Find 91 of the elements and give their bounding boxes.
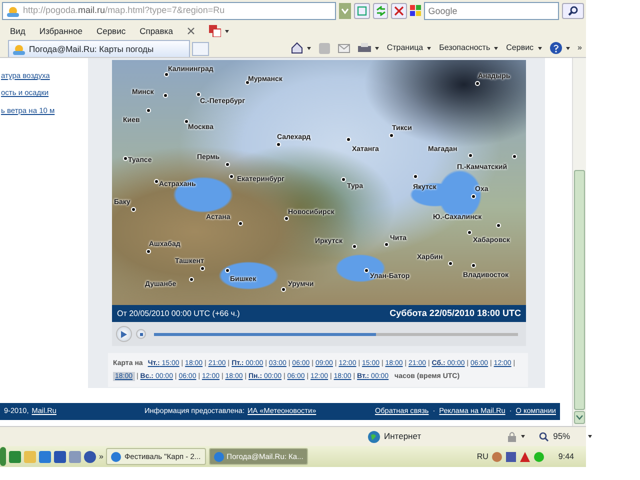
location-dot bbox=[364, 268, 369, 273]
date-range-text: От 20/05/2010 00:00 UTC (+66 ч.) bbox=[117, 308, 240, 320]
location-dot bbox=[245, 80, 250, 85]
tray-icon[interactable] bbox=[520, 452, 530, 462]
location-dot bbox=[352, 244, 357, 249]
toolbar-menu[interactable]: Страница bbox=[386, 42, 424, 54]
location-dot bbox=[146, 108, 151, 113]
location-dot bbox=[284, 216, 289, 221]
zoom-icon[interactable] bbox=[539, 432, 550, 442]
stop-button[interactable] bbox=[136, 329, 146, 339]
toolbar-menu[interactable]: Сервис bbox=[506, 42, 534, 54]
progress-track[interactable] bbox=[154, 332, 518, 336]
menu-item[interactable]: Справка bbox=[140, 24, 173, 38]
location-dot bbox=[496, 223, 501, 228]
location-dot bbox=[346, 137, 351, 142]
location-dot bbox=[471, 263, 476, 268]
location-dot bbox=[225, 268, 230, 273]
location-dot bbox=[341, 177, 346, 182]
caret-icon[interactable] bbox=[566, 46, 570, 50]
help-icon[interactable] bbox=[550, 42, 562, 54]
location-dot bbox=[200, 266, 205, 271]
scroll-thumb[interactable] bbox=[574, 170, 585, 410]
home-icon[interactable] bbox=[290, 42, 303, 54]
scroll-down-button[interactable] bbox=[574, 411, 585, 424]
location-dot bbox=[154, 179, 159, 184]
location-dot bbox=[146, 249, 151, 254]
caret-icon[interactable] bbox=[306, 46, 311, 50]
location-dot bbox=[384, 242, 389, 247]
caret-icon[interactable] bbox=[374, 46, 379, 50]
play-icon bbox=[121, 330, 127, 338]
location-dot bbox=[448, 261, 453, 266]
overflow-chevron[interactable]: » bbox=[578, 42, 582, 54]
translate-icon[interactable] bbox=[208, 25, 221, 37]
zoom-level-text[interactable]: 95% bbox=[553, 430, 570, 443]
start-button-edge-icon[interactable] bbox=[0, 447, 6, 466]
stop-icon bbox=[140, 332, 142, 336]
location-dot bbox=[471, 194, 476, 199]
caret-icon[interactable] bbox=[521, 435, 526, 438]
close-icon bbox=[394, 6, 404, 16]
close-icon[interactable] bbox=[186, 27, 195, 35]
location-dot bbox=[229, 174, 234, 179]
caret-icon[interactable] bbox=[427, 46, 432, 50]
location-dot bbox=[467, 230, 472, 235]
current-date-text: Суббота 22/05/2010 18:00 UTC bbox=[390, 306, 521, 320]
menu-item[interactable]: Вид bbox=[10, 24, 26, 38]
location-dot bbox=[196, 92, 201, 97]
tray-icon[interactable] bbox=[506, 452, 516, 462]
location-dot bbox=[189, 277, 194, 282]
location-dot bbox=[184, 119, 189, 124]
search-icon bbox=[568, 6, 578, 16]
chevron-down-icon bbox=[576, 415, 583, 420]
search-button[interactable] bbox=[562, 3, 584, 19]
caret-icon[interactable] bbox=[588, 435, 592, 438]
overflow-chevron[interactable]: » bbox=[99, 450, 104, 462]
menu-item[interactable]: Избранное bbox=[39, 24, 82, 38]
location-dot bbox=[281, 287, 286, 292]
location-dot bbox=[163, 93, 168, 98]
play-button[interactable] bbox=[116, 326, 132, 342]
refresh-icon bbox=[376, 6, 386, 16]
compatibility-button[interactable] bbox=[354, 3, 370, 19]
address-bar[interactable]: http://pogoda.mail.ru/map.html?type=7&region=Ru bbox=[2, 2, 336, 20]
language-indicator[interactable]: RU bbox=[476, 450, 488, 462]
location-dot bbox=[512, 154, 517, 159]
location-dot bbox=[123, 156, 128, 161]
location-dot bbox=[131, 207, 136, 212]
scrollbar[interactable] bbox=[572, 58, 586, 426]
caret-icon[interactable] bbox=[224, 30, 229, 32]
refresh-button[interactable] bbox=[372, 3, 388, 19]
media-icon[interactable] bbox=[84, 450, 96, 462]
location-dot bbox=[413, 174, 418, 179]
location-dot bbox=[164, 72, 169, 77]
tray-icon[interactable] bbox=[492, 452, 502, 462]
toolbar-menu[interactable]: Безопасность bbox=[439, 42, 490, 54]
location-dot bbox=[475, 81, 480, 86]
location-dot bbox=[238, 221, 243, 226]
envelope-icon[interactable] bbox=[338, 44, 350, 52]
caret-icon[interactable] bbox=[538, 46, 542, 50]
location-dot bbox=[225, 162, 230, 167]
stop-button[interactable] bbox=[391, 3, 408, 19]
search-field[interactable]: Google bbox=[424, 2, 560, 20]
clock-text: 9:44 bbox=[558, 450, 574, 462]
menu-item[interactable]: Сервис bbox=[96, 24, 126, 38]
location-dot bbox=[468, 153, 473, 158]
squares-icon bbox=[410, 5, 422, 17]
spreadsheet-icon[interactable] bbox=[9, 450, 21, 462]
location-dot bbox=[389, 133, 394, 138]
security-zone-text: Интернет bbox=[384, 430, 422, 443]
caret-icon[interactable] bbox=[494, 46, 498, 50]
printer-icon[interactable] bbox=[358, 42, 371, 54]
browser-tab[interactable]: Погода@Mail.Ru: Карты погоды bbox=[8, 40, 190, 57]
location-dot bbox=[276, 142, 281, 147]
